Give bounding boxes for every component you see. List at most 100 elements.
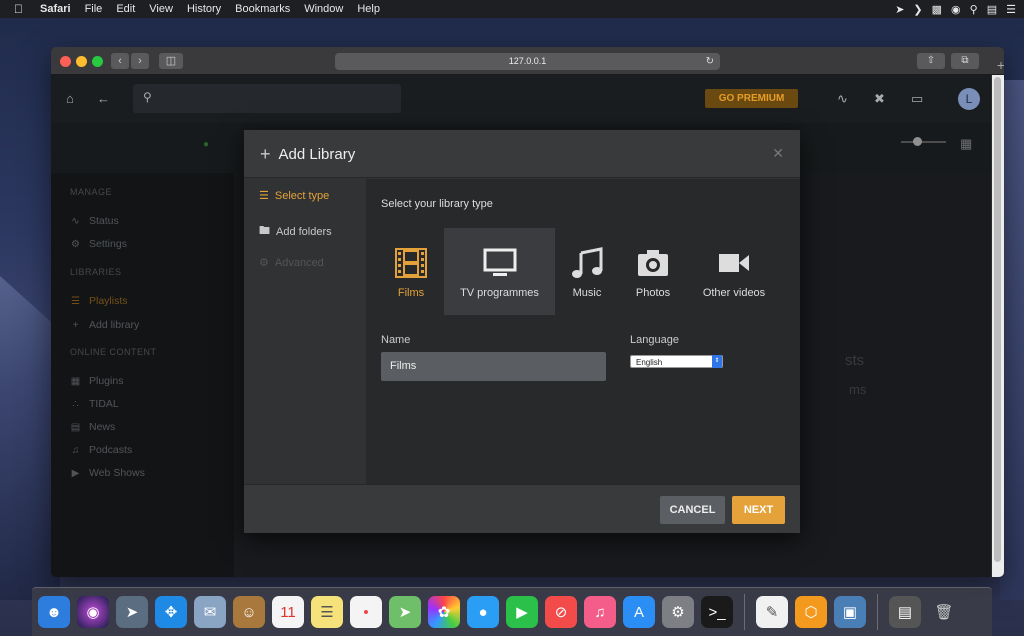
menu-edit[interactable]: Edit xyxy=(116,3,135,15)
close-icon[interactable]: ✕ xyxy=(772,145,784,162)
screen-mirroring-icon[interactable]: ▤ xyxy=(987,3,997,16)
plus-icon: + xyxy=(260,144,271,164)
dialog-title: + Add Library xyxy=(260,144,355,165)
menu-window[interactable]: Window xyxy=(304,3,343,15)
language-select[interactable]: English ⇕ xyxy=(630,355,723,368)
library-type-label: Films xyxy=(397,286,425,299)
menu-view[interactable]: View xyxy=(149,3,173,15)
plex-media-server-icon[interactable]: ⬡ xyxy=(795,596,827,628)
messages-icon[interactable]: ● xyxy=(467,596,499,628)
page-scrollbar-thumb[interactable] xyxy=(994,77,1001,562)
step-advanced: ⚙ Advanced xyxy=(259,256,324,270)
contacts-icon[interactable]: ☺ xyxy=(233,596,265,628)
menu-safari[interactable]: Safari xyxy=(40,3,71,15)
library-type-tv-programmes[interactable]: TV programmes xyxy=(444,228,555,315)
mail-icon[interactable]: ✉ xyxy=(194,596,226,628)
notes-icon[interactable]: ☰ xyxy=(311,596,343,628)
back-arrow-icon[interactable]: ‹ xyxy=(111,53,129,69)
menu-file[interactable]: File xyxy=(85,3,103,15)
terminal-icon[interactable]: >_ xyxy=(701,596,733,628)
dialog-footer: CANCEL NEXT xyxy=(244,484,800,533)
notification-icon[interactable]: ▩ xyxy=(932,3,942,16)
apple-menu-icon[interactable]:  xyxy=(14,2,28,16)
safari-icon[interactable]: ✥ xyxy=(155,596,187,628)
news-icon[interactable]: ⊘ xyxy=(545,596,577,628)
next-button[interactable]: NEXT xyxy=(732,496,785,524)
wizard-steps: ☰ Select type 🖿 Add folders ⚙ Advanced xyxy=(244,179,366,484)
menu-history[interactable]: History xyxy=(187,3,221,15)
cancel-button[interactable]: CANCEL xyxy=(660,496,725,524)
step-select-type[interactable]: ☰ Select type xyxy=(259,189,330,203)
library-type-label: Other videos xyxy=(702,286,766,299)
step-label: Add folders xyxy=(276,225,332,238)
preview-icon[interactable]: ▣ xyxy=(834,596,866,628)
tv-icon xyxy=(483,245,517,281)
forward-arrow-icon[interactable]: › xyxy=(131,53,149,69)
launchpad-icon[interactable]: ➤ xyxy=(116,596,148,628)
minimize-window-button[interactable] xyxy=(76,56,87,67)
address-bar[interactable]: 127.0.0.1 ↻ xyxy=(335,53,720,70)
siri-icon[interactable]: ◉ xyxy=(77,596,109,628)
menu-bookmarks[interactable]: Bookmarks xyxy=(235,3,290,15)
gear-icon: ⚙ xyxy=(259,257,269,269)
select-arrows-icon: ⇕ xyxy=(712,355,722,368)
app-store-icon[interactable]: A xyxy=(623,596,655,628)
activity-icon[interactable]: ∿ xyxy=(837,91,848,107)
search-icon: ⚲ xyxy=(143,90,152,104)
reload-icon[interactable]: ↻ xyxy=(706,53,714,70)
dialog-body: Select your library type Films TV progra… xyxy=(366,179,800,484)
back-icon[interactable]: ← xyxy=(97,91,110,106)
safari-toolbar: ‹ › ◫ 127.0.0.1 ↻ ⇧ ⧉ + xyxy=(51,47,1004,75)
macos-menubar:  Safari File Edit View History Bookmark… xyxy=(0,0,1024,18)
finder-icon[interactable]: ☻ xyxy=(38,596,70,628)
step-label: Advanced xyxy=(274,256,324,269)
chevron-right-icon[interactable]: ❯ xyxy=(913,3,922,16)
tabs-overview-icon[interactable]: ⧉ xyxy=(951,53,979,69)
library-type-music[interactable]: Music xyxy=(561,228,613,315)
calendar-icon[interactable]: 11 xyxy=(272,596,304,628)
user-avatar[interactable]: L xyxy=(958,88,980,110)
sidebar-toggle-icon[interactable]: ◫ xyxy=(159,53,183,69)
reminders-icon[interactable]: • xyxy=(350,596,382,628)
new-tab-icon[interactable]: + xyxy=(997,57,1004,73)
step-add-folders[interactable]: 🖿 Add folders xyxy=(259,222,332,241)
downloads-stack-icon[interactable]: ▤ xyxy=(889,596,921,628)
trash-icon[interactable]: 🗑 xyxy=(928,596,960,628)
cast-icon[interactable]: ▭ xyxy=(911,91,923,107)
library-type-films[interactable]: Films xyxy=(381,228,441,315)
siri-icon[interactable]: ◉ xyxy=(951,3,961,16)
photos-icon[interactable]: ✿ xyxy=(428,596,460,628)
film-strip-icon xyxy=(395,245,427,281)
tools-icon[interactable]: ✖ xyxy=(874,91,885,107)
library-type-label: TV programmes xyxy=(460,286,539,299)
share-icon[interactable]: ⇧ xyxy=(917,53,945,69)
language-label: Language xyxy=(630,334,679,346)
dialog-title-text: Add Library xyxy=(278,146,356,163)
textedit-icon[interactable]: ✎ xyxy=(756,596,788,628)
name-label: Name xyxy=(381,334,411,346)
select-type-heading: Select your library type xyxy=(381,198,493,210)
itunes-icon[interactable]: ♫ xyxy=(584,596,616,628)
plex-search-input[interactable]: ⚲ xyxy=(133,84,401,113)
spotlight-search-icon[interactable]: ⚲ xyxy=(970,3,978,16)
url-text: 127.0.0.1 xyxy=(508,56,547,66)
library-name-input[interactable]: Films xyxy=(381,352,606,381)
location-icon[interactable]: ➤ xyxy=(895,3,904,16)
language-select-value: English xyxy=(636,358,663,367)
library-type-label: Photos xyxy=(635,286,671,299)
facetime-icon[interactable]: ▶ xyxy=(506,596,538,628)
system-preferences-icon[interactable]: ⚙ xyxy=(662,596,694,628)
zoom-window-button[interactable] xyxy=(92,56,103,67)
library-type-other-videos[interactable]: Other videos xyxy=(694,228,774,315)
go-premium-button[interactable]: GO PREMIUM xyxy=(705,89,798,108)
close-window-button[interactable] xyxy=(60,56,71,67)
home-icon[interactable]: ⌂ xyxy=(66,91,74,106)
list-icon: ☰ xyxy=(259,190,269,202)
plex-top-bar: ⌂ ← ⚲ GO PREMIUM ∿ ✖ ▭ L xyxy=(51,75,991,123)
music-note-icon xyxy=(570,245,604,281)
maps-icon[interactable]: ➤ xyxy=(389,596,421,628)
menu-list-icon[interactable]: ☰ xyxy=(1006,3,1016,16)
step-label: Select type xyxy=(274,189,330,202)
library-type-photos[interactable]: Photos xyxy=(627,228,679,315)
menu-help[interactable]: Help xyxy=(357,3,380,15)
